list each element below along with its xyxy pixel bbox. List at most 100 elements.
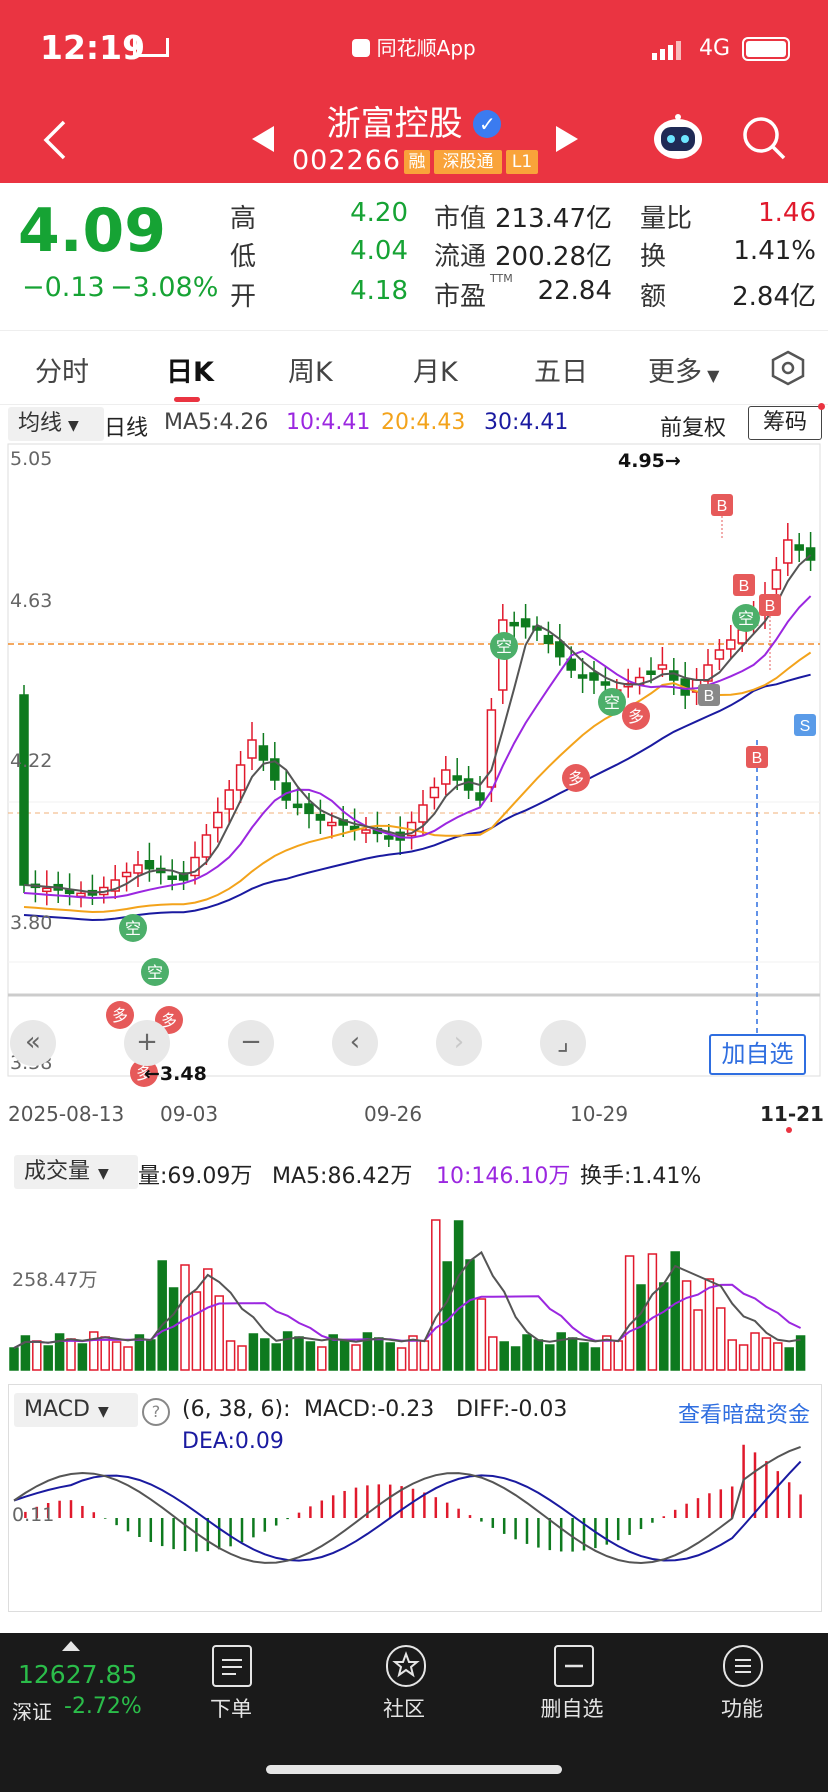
quote-label: 换 (640, 242, 667, 272)
signal-markers: 空 空 多 多 多 空 空 多 多 空 B B B B B S (106, 494, 816, 1087)
volume-bar (499, 1341, 509, 1371)
nav-remove-watchlist-label[interactable]: 删自选 (522, 1693, 622, 1723)
volume-select[interactable]: 成交量 ▼ (14, 1155, 138, 1189)
macd-axis-label: 0.11 (12, 1504, 55, 1526)
kline-chart[interactable]: 空 空 多 多 多 空 空 多 多 空 B B B B B S (0, 440, 828, 1100)
candle (213, 811, 223, 829)
chevron-down-icon: ▼ (702, 366, 720, 385)
tab-intraday[interactable]: 分时 (35, 350, 89, 389)
candle (452, 775, 462, 781)
volume-bar (237, 1345, 247, 1371)
quote-value: 4.04 (350, 236, 408, 266)
short-signal-icon: 空 (490, 632, 518, 660)
adjust-select[interactable]: 前复权 (660, 410, 726, 442)
fullscreen-icon[interactable]: ⌟ (540, 1020, 586, 1066)
macd-params: (6, 38, 6): (182, 1397, 291, 1422)
scroll-left-double-icon[interactable]: « (10, 1020, 56, 1066)
quote-label-suffix: TTM (490, 272, 513, 285)
buy-signal-icon: B (746, 746, 768, 768)
move-left-icon[interactable]: ‹ (332, 1020, 378, 1066)
y-tick: 4.22 (10, 750, 53, 772)
volume-bar (100, 1336, 110, 1371)
divider (0, 404, 828, 405)
volume-bar (761, 1337, 772, 1371)
low-price-annotation: ←3.48 (144, 1063, 207, 1085)
add-to-watchlist-button[interactable]: 加自选 (709, 1034, 806, 1075)
tag-margin: 融 (404, 150, 430, 174)
tab-monthly[interactable]: 月K (413, 350, 458, 389)
candle (486, 709, 497, 788)
robot-assistant-icon[interactable] (652, 113, 704, 165)
candle (304, 803, 314, 815)
svg-text:空: 空 (147, 964, 163, 982)
zoom-in-icon[interactable]: + (124, 1020, 170, 1066)
notify-dot (818, 403, 825, 410)
menu-icon[interactable] (723, 1645, 763, 1687)
indicator-select-label: 均线 (18, 411, 63, 436)
ma10-value: 10:4.41 (286, 410, 371, 435)
indicator-select[interactable]: 均线 ▼ (8, 407, 104, 441)
volume-bar (773, 1342, 783, 1371)
order-icon[interactable] (212, 1645, 252, 1687)
volume-bar (294, 1336, 304, 1371)
svg-text:多: 多 (112, 1007, 128, 1025)
macd-chart[interactable] (0, 1440, 828, 1610)
candle (64, 889, 75, 895)
candle (167, 875, 177, 880)
volume-bar (305, 1341, 316, 1371)
candle (783, 539, 793, 564)
volume-bar (339, 1339, 350, 1371)
volume-bar (716, 1307, 726, 1371)
short-signal-icon: 空 (119, 914, 147, 942)
nav-community-label[interactable]: 社区 (354, 1693, 454, 1723)
volume-bar (465, 1259, 475, 1371)
quote-label: 额 (640, 282, 667, 312)
zoom-out-icon[interactable]: − (228, 1020, 274, 1066)
verified-icon: ✓ (473, 110, 502, 138)
ma20-value: 20:4.43 (381, 410, 466, 435)
search-icon[interactable] (742, 116, 786, 164)
expand-up-icon[interactable] (62, 1641, 80, 1651)
next-stock-icon[interactable] (554, 124, 580, 158)
candle (577, 674, 588, 679)
volume-bar (795, 1335, 806, 1371)
tab-five-day[interactable]: 五日 (534, 350, 588, 389)
tab-weekly[interactable]: 周K (288, 350, 333, 389)
candle (657, 664, 668, 670)
date-label: 09-26 (364, 1102, 423, 1126)
macd-select[interactable]: MACD ▼ (14, 1393, 138, 1427)
diff-value: DIFF:-0.03 (456, 1397, 568, 1422)
settings-hexagon-icon[interactable] (770, 350, 806, 390)
date-label: 2025-08-13 (8, 1102, 125, 1126)
volume-bar (374, 1337, 384, 1371)
volume-bar (453, 1220, 464, 1371)
y-tick: 5.05 (10, 448, 53, 470)
status-app-name: 同花顺App (376, 36, 476, 60)
chip-button[interactable]: 筹码 (748, 406, 822, 440)
volume-bar (111, 1341, 122, 1371)
candle (646, 670, 656, 675)
remove-watchlist-icon[interactable] (554, 1645, 594, 1687)
quote-value: 200.28亿 (495, 242, 612, 272)
short-signal-icon: 空 (732, 604, 760, 632)
volume-bar (590, 1347, 601, 1371)
nav-order-label[interactable]: 下单 (181, 1693, 281, 1723)
nav-function-label[interactable]: 功能 (692, 1693, 792, 1723)
tab-daily[interactable]: 日K (166, 350, 214, 389)
help-icon[interactable]: ? (142, 1398, 170, 1426)
battery-icon (742, 37, 790, 61)
tab-more[interactable]: 更多 ▼ (648, 350, 719, 389)
volume-chart[interactable] (0, 1185, 828, 1375)
y-tick: 3.80 (10, 912, 53, 934)
index-value[interactable]: 12627.85 (18, 1660, 137, 1689)
volume-bar (738, 1344, 749, 1371)
volume-bar (533, 1339, 544, 1371)
dark-pool-link[interactable]: 查看暗盘资金 (678, 1397, 810, 1429)
community-icon[interactable] (386, 1645, 426, 1687)
date-label: 10-29 (570, 1102, 629, 1126)
svg-text:空: 空 (496, 638, 512, 656)
move-right-icon[interactable]: › (436, 1020, 482, 1066)
volume-bar (214, 1295, 224, 1371)
tag-level: L1 (506, 150, 538, 174)
price-change: −0.13 (22, 272, 105, 303)
